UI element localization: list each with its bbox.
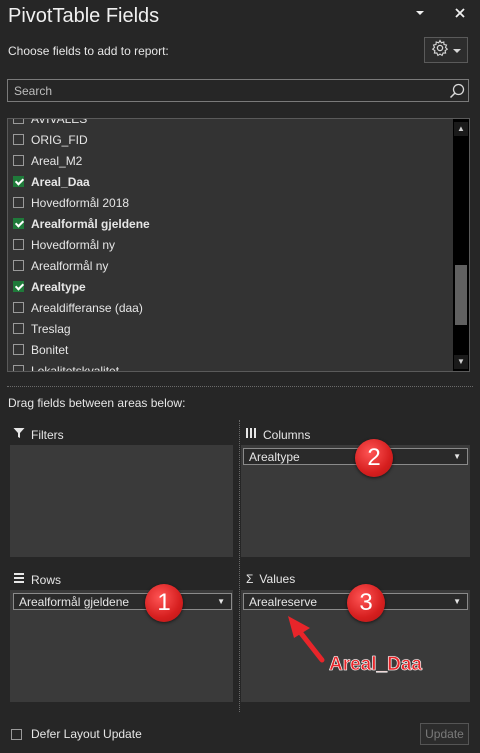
- annotation-label: Areal_Daa: [329, 654, 423, 676]
- chevron-down-icon: [453, 41, 461, 59]
- columns-field-label: Arealtype: [249, 449, 300, 464]
- close-icon[interactable]: [452, 6, 468, 22]
- field-list-item[interactable]: Arealformål ny: [8, 255, 453, 276]
- columns-icon: [245, 427, 257, 442]
- field-checkbox[interactable]: [13, 323, 24, 334]
- field-checkbox[interactable]: [13, 239, 24, 250]
- field-list-item[interactable]: Lokalitetskvalitet: [8, 360, 453, 372]
- field-checkbox[interactable]: [13, 260, 24, 271]
- field-label: Arealformål ny: [31, 258, 109, 273]
- dropdown-chevron-icon[interactable]: [412, 6, 428, 22]
- field-label: Hovedformål 2018: [31, 195, 130, 210]
- chevron-down-icon[interactable]: ▼: [217, 597, 225, 606]
- field-checkbox[interactable]: [13, 134, 24, 145]
- annotation-badge-2: 2: [355, 439, 393, 477]
- defer-checkbox[interactable]: [11, 728, 22, 740]
- field-list-item[interactable]: Arealformål gjeldene: [8, 213, 453, 234]
- rows-icon: [13, 572, 25, 587]
- field-label: Arealdifferanse (daa): [31, 300, 143, 315]
- filters-label: Filters: [31, 427, 64, 442]
- field-checkbox[interactable]: [13, 302, 24, 313]
- tools-button[interactable]: [424, 37, 468, 63]
- rows-field-pill[interactable]: Arealformål gjeldene ▼: [13, 593, 232, 610]
- field-list[interactable]: AVIVALES ORIG_FID Areal_M2 Areal_Daa Hovedfo…: [7, 118, 470, 372]
- filters-area-title: Filters: [13, 427, 64, 442]
- scroll-up-icon[interactable]: ▲: [454, 122, 468, 136]
- field-checkbox[interactable]: [13, 176, 24, 187]
- field-label: Hovedformål ny: [31, 237, 116, 252]
- field-label: Arealtype: [31, 279, 86, 294]
- values-area-title: Σ Values: [246, 572, 295, 586]
- field-list-item[interactable]: Arealdifferanse (daa): [8, 297, 453, 318]
- annotation-badge-3: 3: [347, 584, 385, 622]
- annotation-badge-1: 1: [145, 584, 183, 622]
- field-label: Arealformål gjeldene: [31, 216, 150, 231]
- chevron-down-icon[interactable]: ▼: [453, 597, 461, 606]
- section-divider: [7, 386, 473, 387]
- field-list-item[interactable]: Treslag: [8, 318, 453, 339]
- field-label: Areal_M2: [31, 153, 83, 168]
- defer-layout-update[interactable]: Defer Layout Update: [11, 727, 142, 741]
- rows-area-title: Rows: [13, 572, 61, 587]
- update-button[interactable]: Update: [420, 723, 469, 745]
- rows-label: Rows: [31, 572, 62, 587]
- field-list-item[interactable]: ORIG_FID: [8, 129, 453, 150]
- field-checkbox[interactable]: [13, 155, 24, 166]
- field-checkbox[interactable]: [13, 344, 24, 355]
- search-input[interactable]: [8, 80, 446, 101]
- field-checkbox[interactable]: [13, 119, 24, 124]
- choose-fields-label: Choose fields to add to report:: [8, 44, 169, 58]
- values-field-label: Arealreserve: [249, 594, 318, 609]
- panel-title: PivotTable Fields: [8, 5, 160, 27]
- field-list-scrollbar[interactable]: ▲ ▼: [453, 119, 469, 371]
- field-checkbox[interactable]: [13, 281, 24, 292]
- field-list-item[interactable]: Hovedformål ny: [8, 234, 453, 255]
- search-box[interactable]: [7, 79, 469, 102]
- rows-field-label: Arealformål gjeldene: [19, 594, 130, 609]
- drag-fields-label: Drag fields between areas below:: [8, 396, 186, 410]
- scroll-thumb[interactable]: [455, 265, 467, 325]
- field-checkbox[interactable]: [13, 197, 24, 208]
- field-label: Treslag: [31, 321, 71, 336]
- sigma-icon: Σ: [246, 572, 254, 586]
- field-list-item[interactable]: Areal_Daa: [8, 171, 453, 192]
- field-label: AVIVALES: [31, 118, 88, 126]
- annotation-arrow-icon: [288, 616, 325, 663]
- filter-icon: [13, 427, 25, 442]
- field-list-item[interactable]: Hovedformål 2018: [8, 192, 453, 213]
- field-label: Areal_Daa: [31, 174, 90, 189]
- field-checkbox[interactable]: [13, 218, 24, 229]
- field-label: Lokalitetskvalitet: [31, 363, 120, 372]
- columns-area-title: Columns: [245, 427, 310, 442]
- scroll-down-icon[interactable]: ▼: [454, 355, 468, 369]
- field-list-item[interactable]: Bonitet: [8, 339, 453, 360]
- values-label: Values: [259, 572, 296, 586]
- columns-label: Columns: [263, 427, 311, 442]
- area-separator: [239, 420, 240, 712]
- search-icon[interactable]: [446, 80, 468, 101]
- field-label: ORIG_FID: [31, 132, 88, 147]
- chevron-down-icon[interactable]: ▼: [453, 452, 461, 461]
- field-list-item[interactable]: Areal_M2: [8, 150, 453, 171]
- rows-drop-zone[interactable]: Arealformål gjeldene ▼: [10, 590, 233, 702]
- filters-drop-zone[interactable]: [10, 445, 233, 557]
- field-checkbox[interactable]: [13, 365, 24, 371]
- field-list-item[interactable]: AVIVALES: [8, 118, 453, 129]
- defer-label: Defer Layout Update: [31, 727, 142, 741]
- field-label: Bonitet: [31, 342, 69, 357]
- field-list-item[interactable]: Arealtype: [8, 276, 453, 297]
- gear-icon: [431, 38, 449, 62]
